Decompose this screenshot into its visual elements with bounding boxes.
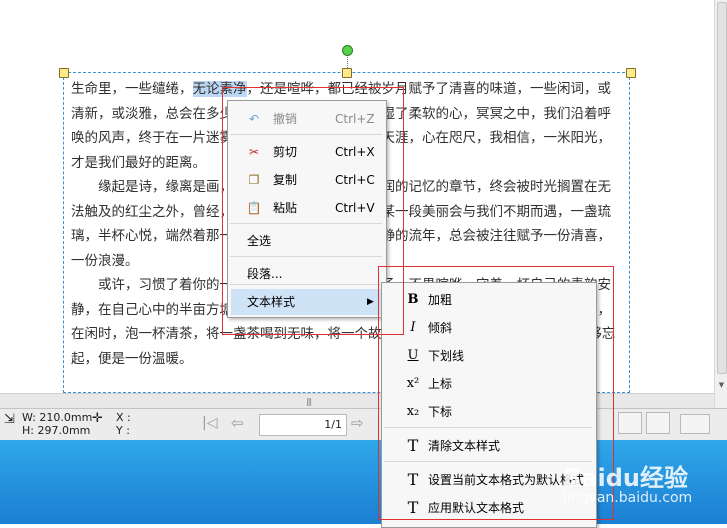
submenu-label: 清除文本样式 [428,439,501,453]
scroll-grip-icon: ||| [306,397,312,406]
view-options-dropdown[interactable] [680,414,710,434]
context-menu-label: 撤销 [273,112,298,126]
submenu-item-4[interactable]: x₂ 下标 [382,399,594,425]
submenu-label: 上标 [428,377,453,391]
prev-page-icon[interactable]: ⇦ [231,414,244,432]
width-readout: W: 210.0mm [22,411,93,424]
context-menu-label: 全选 [247,234,272,248]
x-readout: X : [116,411,131,424]
watermark-url: jingyan.baidu.com [563,490,693,506]
subscript-icon: x₂ [406,404,420,419]
size-icon: ⇲ [4,412,15,427]
menu-separator [230,223,382,224]
height-readout: H: 297.0mm [22,424,91,437]
shortcut-text: Ctrl+C [335,173,375,187]
y-readout: Y : [116,424,130,437]
shortcut-text: Ctrl+X [335,145,375,159]
resize-handle-top-left[interactable] [59,68,69,78]
vertical-scrollbar[interactable]: ▼ [714,0,727,408]
submenu-item-1[interactable]: I 倾斜 [382,315,594,341]
scroll-down-arrow-icon[interactable]: ▼ [717,380,726,390]
bold-icon: B [407,292,419,307]
view-single-page-icon[interactable] [618,412,642,434]
scissors-icon: ✂ [248,145,260,159]
submenu-label: 倾斜 [428,321,453,335]
submenu-item-2[interactable]: U 下划线 [382,343,594,369]
submenu-item-5[interactable]: T 清除文本样式 [382,433,594,459]
watermark-brand: Baidu经验 [563,464,688,492]
set-default-style-icon: T [407,470,419,489]
context-menu-item-0[interactable]: ↶ 撤销 Ctrl+Z [228,106,384,132]
submenu-label: 加粗 [428,293,453,307]
submenu-label: 应用默认文本格式 [428,501,525,515]
submenu-label: 下划线 [428,349,465,363]
copy-icon: ❐ [248,173,260,187]
resize-handle-top-right[interactable] [626,68,636,78]
apply-default-style-icon: T [407,498,419,517]
horizontal-scrollbar[interactable]: ||| [0,393,714,409]
page-number-field[interactable]: 1/1 [259,414,347,436]
shortcut-text: Ctrl+V [335,201,375,215]
text-run: 生命里，一些缱绻， [71,81,193,97]
submenu-arrow-icon: ▶ [367,297,374,307]
context-menu-label: 文本样式 [247,295,296,309]
italic-icon: I [410,320,416,335]
context-menu: ↶ 撤销 Ctrl+Z ✂ 剪切 Ctrl+X ❐ 复制 Ctrl+C 📋 粘贴 Ctrl+V 全选 段落… [227,100,387,318]
menu-separator [384,427,592,428]
status-bar: ⇲ W: 210.0mm H: 297.0mm ✛ X : Y : |◁ ⇦ 1… [0,408,727,441]
menu-separator [230,134,382,135]
context-menu-item-2[interactable]: ❐ 复制 Ctrl+C [228,167,384,193]
menu-separator [384,461,592,462]
undo-icon: ↶ [248,112,260,126]
context-menu-item-4[interactable]: 全选 [228,228,384,254]
next-page-icon[interactable]: ⇨ [351,414,364,432]
context-menu-item-6[interactable]: 文本样式 ▶ [231,289,381,315]
submenu-item-0[interactable]: B 加粗 [382,287,594,313]
position-icon: ✛ [92,411,103,426]
rotation-handle[interactable] [342,45,353,56]
context-menu-label: 粘贴 [273,201,298,215]
scroll-thumb[interactable] [717,2,727,374]
menu-separator [230,284,382,285]
view-grid-icon[interactable] [646,412,670,434]
menu-separator [230,256,382,257]
submenu-item-3[interactable]: x² 上标 [382,371,594,397]
selected-text: 无论素净 [192,81,247,97]
superscript-icon: x² [406,376,420,391]
context-menu-label: 剪切 [273,145,298,159]
context-menu-label: 复制 [273,173,298,187]
submenu-label: 下标 [428,405,453,419]
first-page-icon[interactable]: |◁ [202,415,217,431]
submenu-label: 设置当前文本格式为默认格式 [428,473,585,487]
shortcut-text: Ctrl+Z [335,112,375,126]
clear-style-icon: T [407,436,419,455]
context-menu-item-1[interactable]: ✂ 剪切 Ctrl+X [228,139,384,165]
paste-icon: 📋 [246,201,262,215]
context-menu-item-3[interactable]: 📋 粘贴 Ctrl+V [228,195,384,221]
underline-icon: U [407,348,419,363]
